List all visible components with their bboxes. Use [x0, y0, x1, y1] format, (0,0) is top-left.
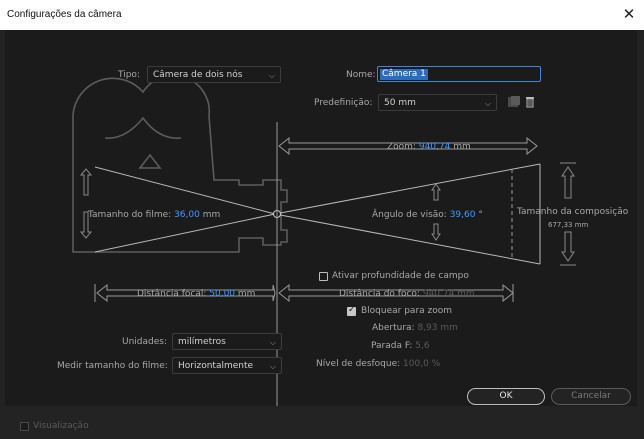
- type-select[interactable]: Câmera de dois nós ⌵: [147, 66, 281, 83]
- type-value: Câmera de dois nós: [153, 70, 243, 80]
- aperture-value: 8,93 mm: [417, 323, 458, 333]
- units-label: Unidades:: [122, 337, 167, 347]
- name-value: Câmera 1: [380, 69, 428, 80]
- dialog-body: Tipo: Câmera de dois nós ⌵ Nome: Câmera …: [0, 30, 644, 439]
- lock-zoom-checkbox[interactable]: [347, 305, 356, 316]
- name-input[interactable]: Câmera 1: [377, 66, 541, 82]
- focus-distance-label: Distância do foco:: [339, 289, 420, 299]
- preview-checkbox[interactable]: [20, 422, 29, 431]
- depth-of-field-checkbox[interactable]: [319, 272, 328, 281]
- trash-icon[interactable]: [523, 95, 537, 109]
- preset-select[interactable]: 50 mm ⌵: [378, 94, 497, 111]
- chevron-down-icon: ⌵: [484, 99, 491, 108]
- f-stop-value: 5,6: [415, 341, 430, 351]
- window-title: Configurações da câmera: [7, 9, 122, 20]
- blur-level-group: Nível de desfoque: 100,0 %: [316, 359, 440, 369]
- chevron-down-icon: ⌵: [269, 338, 276, 347]
- close-icon[interactable]: ✕: [620, 5, 638, 23]
- type-label: Tipo:: [118, 70, 140, 80]
- comp-size-value: 677,33 mm: [548, 221, 589, 229]
- view-angle-label: Ângulo de visão:: [372, 210, 447, 220]
- view-angle-group: Ângulo de visão: 39,60 °: [372, 210, 483, 220]
- focal-distance-value[interactable]: 50,00: [209, 289, 235, 299]
- focal-distance-unit: mm: [237, 289, 256, 299]
- depth-of-field-label: Ativar profundidade de campo: [332, 271, 469, 281]
- focal-distance-label: Distância focal:: [137, 289, 207, 299]
- camera-diagram-panel: Tipo: Câmera de dois nós ⌵ Nome: Câmera …: [5, 30, 637, 406]
- measure-film-value: Horizontalmente: [178, 361, 254, 371]
- units-value: milímetros: [178, 337, 226, 347]
- units-select[interactable]: milímetros ⌵: [172, 333, 282, 350]
- zoom-unit: mm: [453, 142, 471, 152]
- focus-distance-value: 940,74 mm: [422, 289, 475, 299]
- preview-label: Visualização: [33, 421, 89, 431]
- blur-level-label: Nível de desfoque:: [316, 359, 401, 369]
- zoom-label: Zoom:: [387, 142, 416, 152]
- film-size-label: Tamanho do filme:: [88, 210, 172, 220]
- f-stop-label: Parada F:: [371, 341, 413, 351]
- film-size-unit: mm: [202, 210, 221, 220]
- measure-film-select[interactable]: Horizontalmente ⌵: [172, 357, 282, 374]
- film-size-arrow: [79, 168, 93, 239]
- lock-zoom-label: Bloquear para zoom: [361, 306, 453, 316]
- aperture-label: Abertura:: [372, 323, 415, 333]
- name-label: Nome:: [346, 70, 376, 80]
- save-preset-icon[interactable]: [507, 95, 521, 109]
- title-bar: Configurações da câmera ✕: [0, 0, 644, 30]
- measure-film-label: Medir tamanho do filme:: [57, 361, 168, 371]
- film-size-group: Tamanho do filme: 36,00 mm: [88, 210, 220, 220]
- comp-size-label: Tamanho da composição: [517, 207, 629, 217]
- ok-button[interactable]: OK: [467, 388, 545, 405]
- preset-value: 50 mm: [384, 98, 416, 108]
- preset-label: Predefinição:: [314, 98, 373, 108]
- aperture-group: Abertura: 8,93 mm: [372, 323, 458, 333]
- cancel-button[interactable]: Cancelar: [551, 388, 631, 405]
- film-size-value[interactable]: 36,00: [174, 210, 200, 220]
- blur-level-value: 100,0 %: [403, 359, 441, 369]
- view-angle-unit: °: [478, 210, 483, 220]
- chevron-down-icon: ⌵: [268, 71, 275, 80]
- zoom-value[interactable]: 940,74: [419, 142, 451, 152]
- view-angle-value[interactable]: 39,60: [450, 210, 476, 220]
- focus-distance-group: Distância do foco: 940,74 mm: [339, 289, 475, 299]
- focal-distance-group: Distância focal: 50,00 mm: [137, 289, 255, 299]
- f-stop-group: Parada F: 5,6: [371, 341, 430, 351]
- zoom-label-group: Zoom: 940,74 mm: [387, 142, 471, 152]
- camera-body-outline: [72, 74, 288, 253]
- chevron-down-icon: ⌵: [269, 362, 276, 371]
